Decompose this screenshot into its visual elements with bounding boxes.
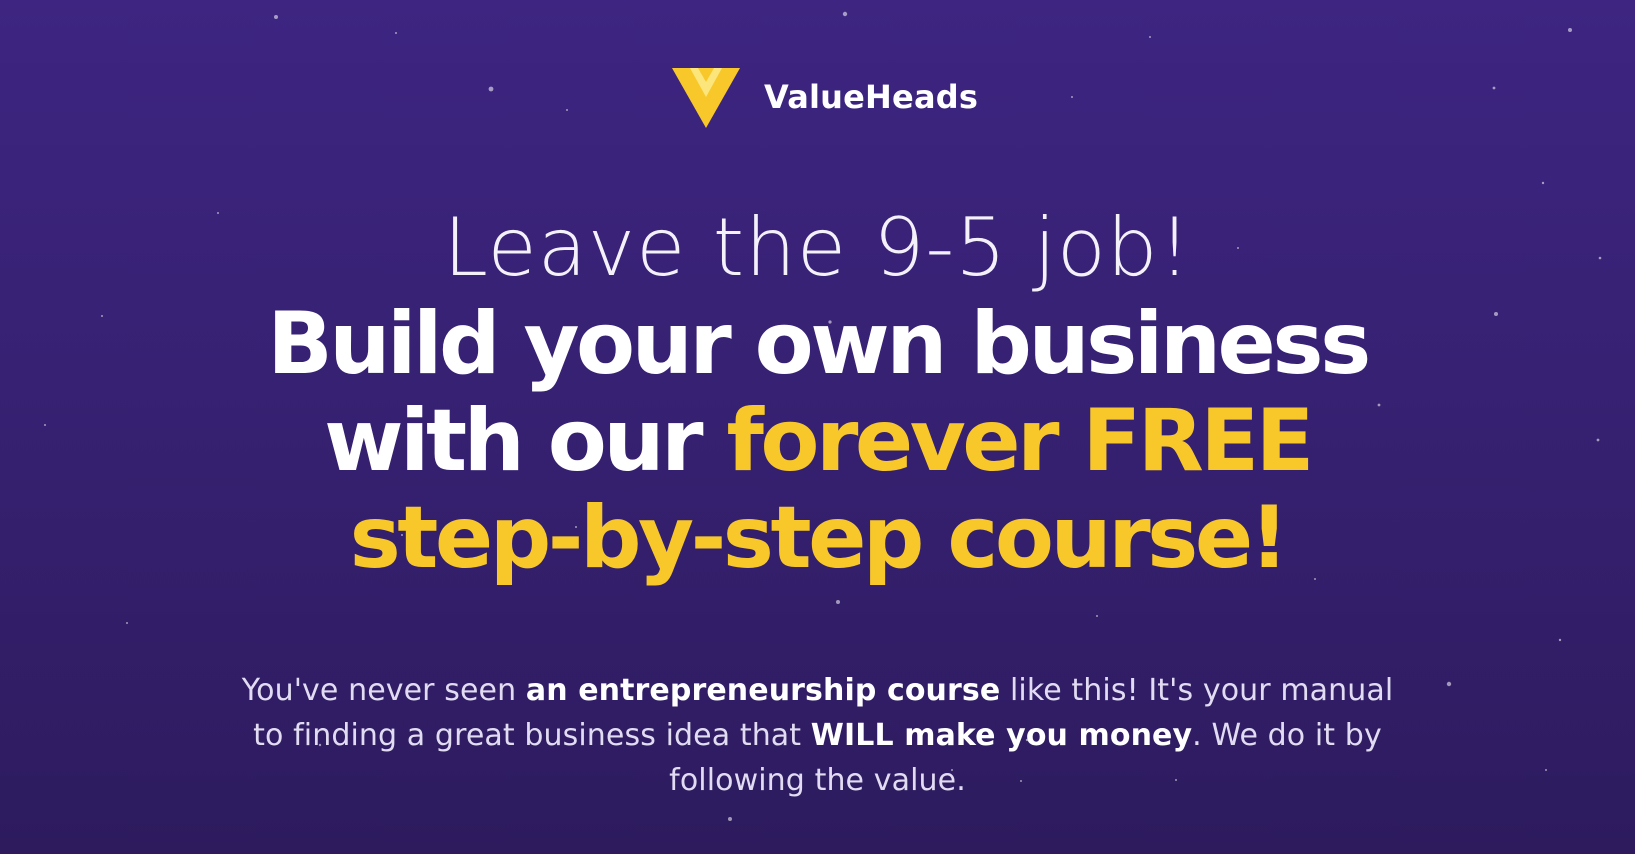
headline-line-2: with our forever FREE: [0, 393, 1635, 490]
headline-line-1: Build your own business: [267, 294, 1371, 394]
description-emphasis-1: an entrepreneurship course: [525, 673, 1001, 708]
headline-tagline: Leave the 9-5 job!: [443, 201, 1192, 294]
headline-line-3: step-by-step course!: [349, 488, 1289, 588]
description-emphasis-2: WILL make you money: [810, 718, 1193, 753]
v-chevron-logo-icon: [672, 68, 740, 128]
headline-main: Build your own business with our forever…: [0, 296, 1635, 587]
hero-description: You've never seen an entrepreneurship co…: [230, 668, 1405, 803]
brand-name: ValueHeads: [764, 78, 979, 116]
hero-section: ValueHeads Leave the 9-5 job! Build your…: [0, 0, 1635, 854]
headline-line-2-white: with our: [324, 391, 727, 491]
description-text-1: You've never seen: [241, 673, 526, 708]
headline-line-2-highlight: forever FREE: [726, 391, 1314, 491]
brand-header[interactable]: ValueHeads: [672, 66, 978, 128]
